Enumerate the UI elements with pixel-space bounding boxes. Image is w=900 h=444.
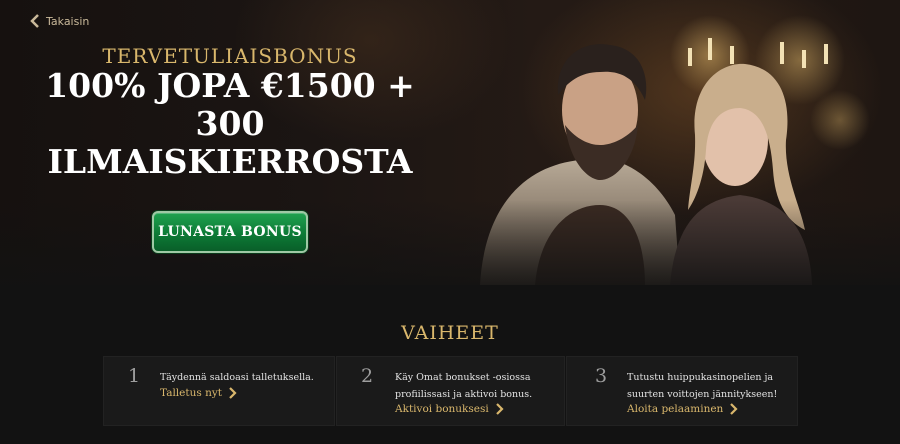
step-card-3: 3 Tutustu huippukasinopelien ja suurten … — [566, 356, 798, 426]
step-text: Täydennä saldoasi talletuksella. — [160, 372, 314, 383]
bonus-eyebrow: TERVETULIAISBONUS — [102, 44, 358, 68]
step-number: 2 — [361, 365, 374, 387]
step-link-label: Aloita pelaaminen — [627, 403, 724, 415]
chevron-right-icon — [495, 403, 504, 415]
chevron-right-icon — [229, 387, 237, 399]
step-card-1: 1 Täydennä saldoasi talletuksella. Talle… — [103, 356, 335, 426]
step-number: 3 — [595, 365, 608, 387]
step-link-label: Aktivoi bonuksesi — [395, 403, 489, 415]
activate-bonus-link[interactable]: Aktivoi bonuksesi — [395, 403, 504, 415]
step-text: Käy Omat bonukset -osiossa profiilissasi… — [395, 372, 533, 400]
bonus-title-line-3: ILMAISKIERROSTA — [47, 142, 413, 181]
back-label: Takaisin — [46, 14, 90, 28]
step-card-2: 2 Käy Omat bonukset -osiossa profiilissa… — [336, 356, 565, 426]
bonus-title-line-2: 300 — [195, 104, 265, 143]
bonus-title-line-1: 100% JOPA €1500 + — [45, 66, 415, 105]
steps-title: VAIHEET — [401, 322, 499, 344]
step-link-label: Talletus nyt — [160, 387, 223, 399]
claim-bonus-button[interactable]: LUNASTA BONUS — [152, 211, 308, 253]
step-number: 1 — [128, 365, 141, 387]
chevron-left-icon — [30, 14, 39, 28]
back-link[interactable]: Takaisin — [30, 14, 89, 28]
bonus-headline: TERVETULIAISBONUS 100% JOPA €1500 + 300 … — [30, 44, 430, 182]
step-text: Tutustu huippukasinopelien ja suurten vo… — [627, 372, 778, 400]
hero-banner: Takaisin TERVETULIAISBONUS 100% JOPA €15… — [0, 0, 900, 300]
deposit-now-link[interactable]: Talletus nyt — [160, 387, 237, 399]
chevron-right-icon — [730, 403, 738, 415]
start-playing-link[interactable]: Aloita pelaaminen — [627, 403, 738, 415]
hero-fade — [0, 200, 900, 300]
